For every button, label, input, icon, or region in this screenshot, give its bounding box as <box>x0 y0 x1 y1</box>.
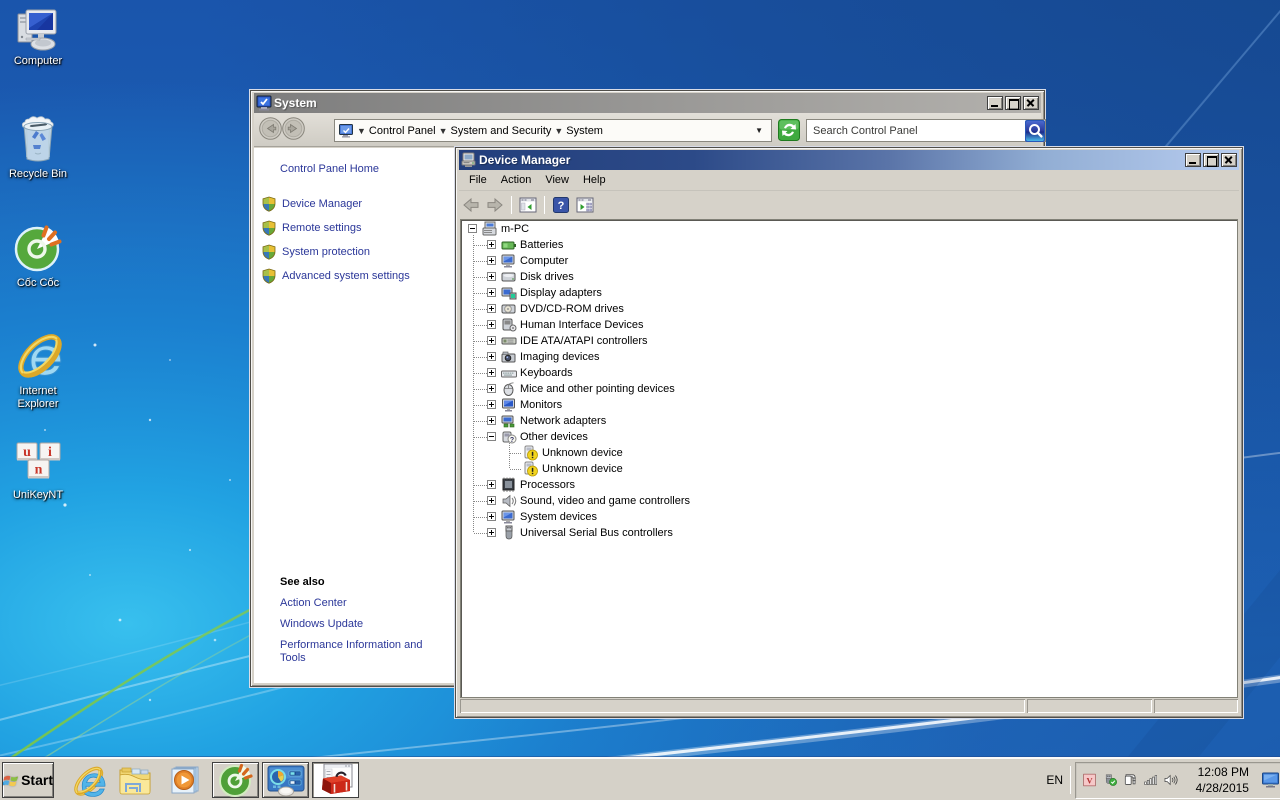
svg-text:u: u <box>23 445 31 460</box>
svg-text:n: n <box>35 463 43 478</box>
svg-text:V: V <box>1086 775 1092 785</box>
svg-text:?: ? <box>558 200 565 212</box>
svg-text:?: ? <box>510 437 514 444</box>
svg-text:i: i <box>48 445 52 460</box>
